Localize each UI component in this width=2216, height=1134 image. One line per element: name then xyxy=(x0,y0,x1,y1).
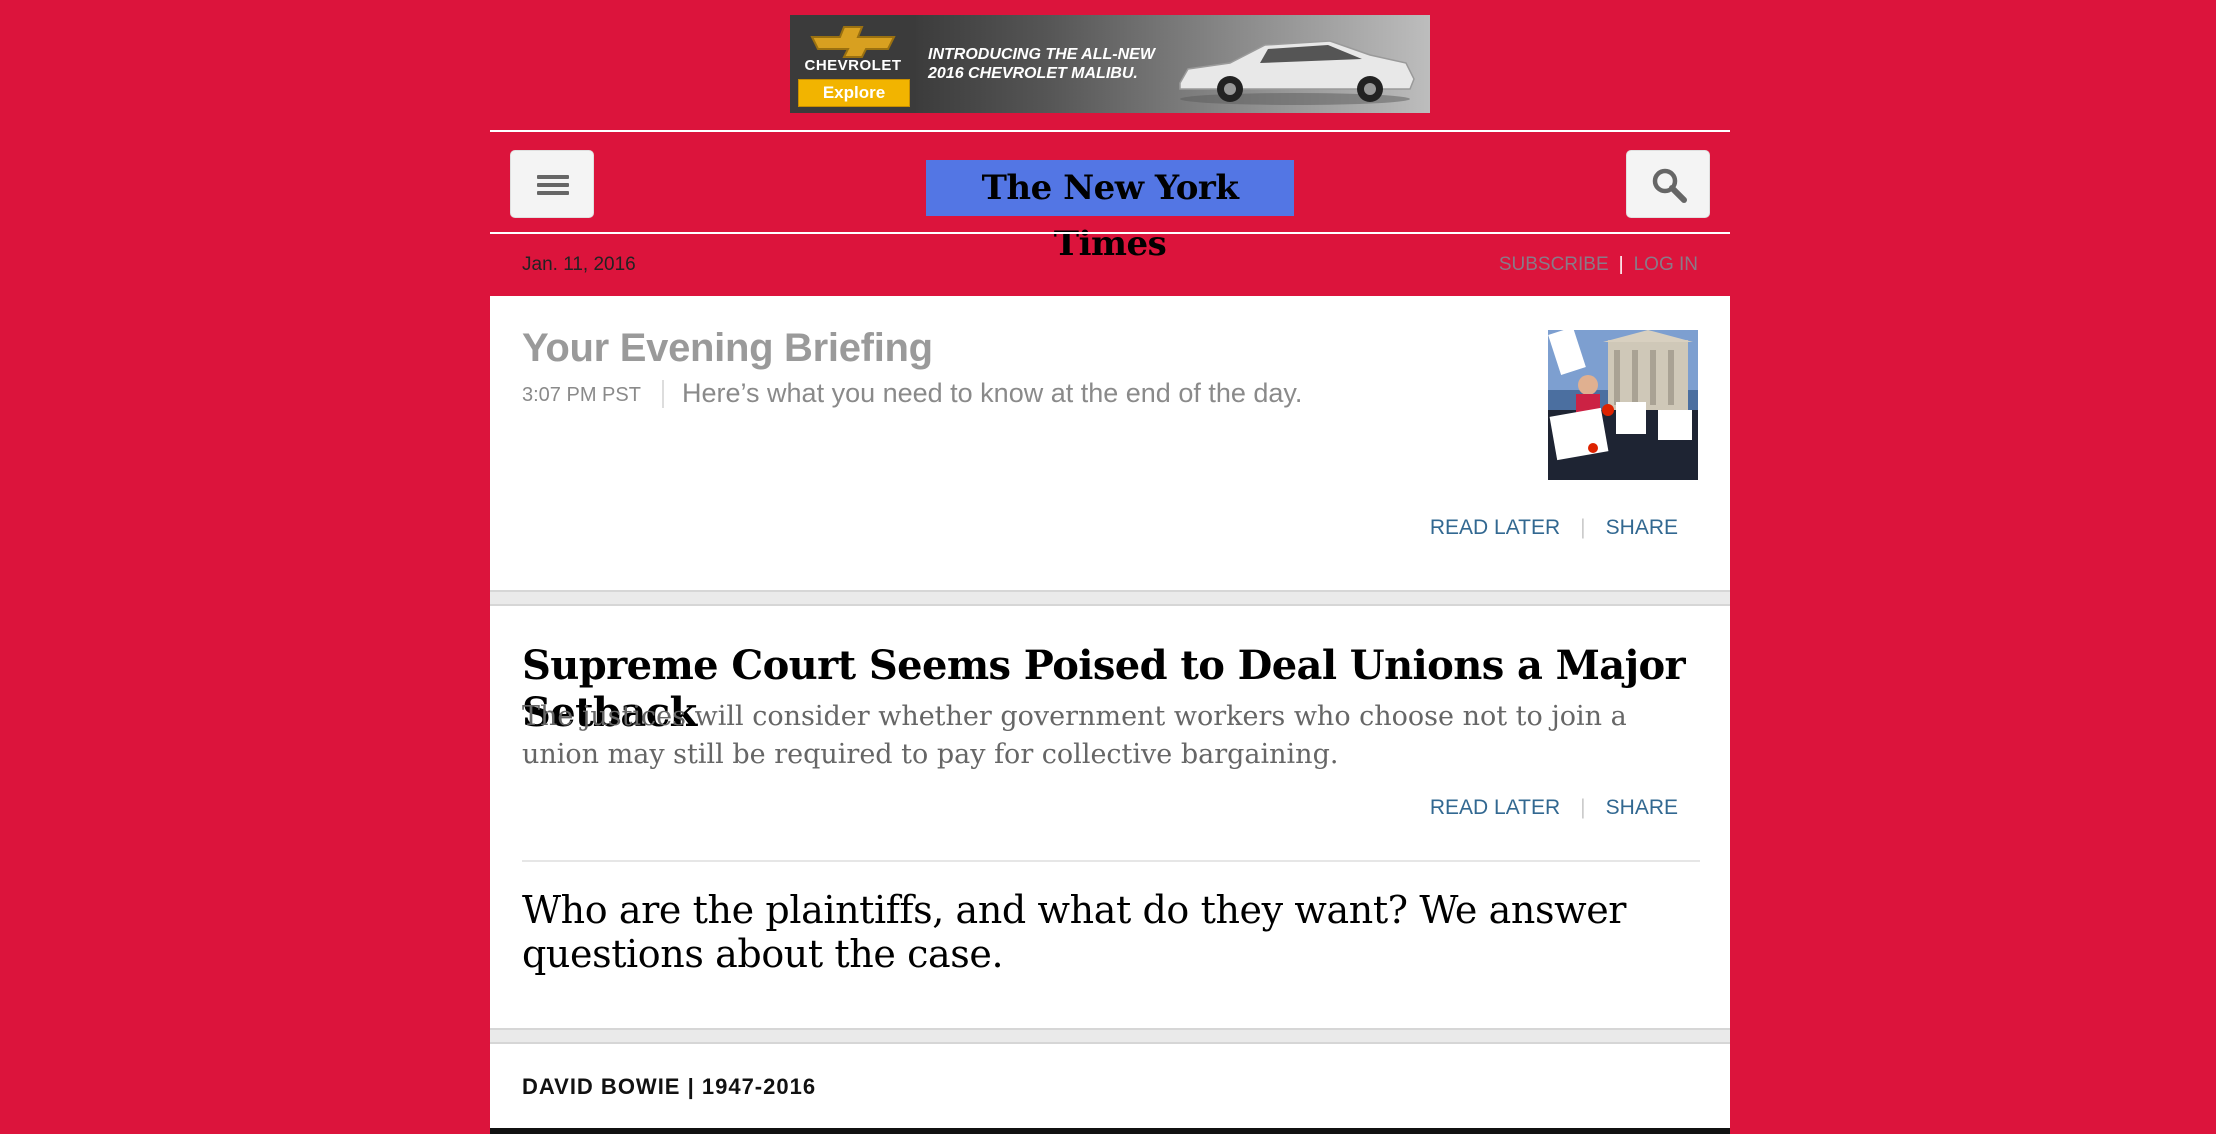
actions-separator: | xyxy=(1580,516,1586,539)
site-logo[interactable]: The New York Times xyxy=(926,160,1294,264)
login-link[interactable]: LOG IN xyxy=(1634,254,1698,276)
account-links: SUBSCRIBE | LOG IN xyxy=(1499,254,1698,276)
actions-separator: | xyxy=(1580,796,1586,819)
ad-banner[interactable]: CHEVROLET Explore INTRODUCING THE ALL-NE… xyxy=(790,15,1430,113)
search-button[interactable] xyxy=(1626,150,1710,218)
masthead: The New York Times xyxy=(490,132,1730,264)
story-summary: The justices will consider whether gover… xyxy=(522,701,1627,770)
section-divider xyxy=(490,1028,1730,1044)
share-link[interactable]: SHARE xyxy=(1606,796,1678,820)
related-link[interactable]: Who are the plaintiffs, and what do they… xyxy=(522,888,1702,976)
search-icon xyxy=(1652,168,1687,203)
section-divider xyxy=(490,590,1730,606)
subscribe-link[interactable]: SUBSCRIBE xyxy=(1499,254,1609,276)
ad-brand-box: CHEVROLET Explore xyxy=(790,15,916,113)
story-divider xyxy=(522,860,1700,862)
story-actions: READ LATER | SHARE xyxy=(1430,796,1678,820)
protest-photo-thumbnail[interactable] xyxy=(1548,330,1698,480)
lead-story-card: Supreme Court Seems Poised to Deal Union… xyxy=(490,606,1730,1028)
section-kicker[interactable]: DAVID BOWIE | 1947-2016 xyxy=(522,1074,816,1100)
read-later-link[interactable]: READ LATER xyxy=(1430,796,1560,820)
read-later-link[interactable]: READ LATER xyxy=(1430,516,1560,540)
hamburger-icon xyxy=(537,175,569,195)
ad-brand-name: CHEVROLET xyxy=(804,57,902,74)
briefing-timestamp: 3:07 PM PST xyxy=(522,384,641,406)
account-separator: | xyxy=(1618,254,1624,275)
share-link[interactable]: SHARE xyxy=(1606,516,1678,540)
briefing-actions: READ LATER | SHARE xyxy=(1430,516,1678,540)
section-card: DAVID BOWIE | 1947-2016 xyxy=(490,1044,1730,1134)
ad-headline: INTRODUCING THE ALL-NEW 2016 CHEVROLET M… xyxy=(928,46,1155,82)
ad-explore-button[interactable]: Explore xyxy=(798,79,910,107)
evening-briefing-card[interactable]: Your Evening Briefing 3:07 PM PST Here’s… xyxy=(490,296,1730,590)
briefing-divider xyxy=(662,380,664,408)
briefing-title[interactable]: Your Evening Briefing xyxy=(522,326,933,371)
section-bottom-rule xyxy=(490,1128,1730,1134)
menu-button[interactable] xyxy=(510,150,594,218)
date-bar: Jan. 11, 2016 SUBSCRIBE | LOG IN xyxy=(490,234,1730,296)
car-image xyxy=(1179,40,1415,105)
briefing-summary: Here’s what you need to know at the end … xyxy=(682,378,1303,408)
edition-date: Jan. 11, 2016 xyxy=(522,254,636,275)
chevrolet-bowtie-icon xyxy=(810,26,896,58)
